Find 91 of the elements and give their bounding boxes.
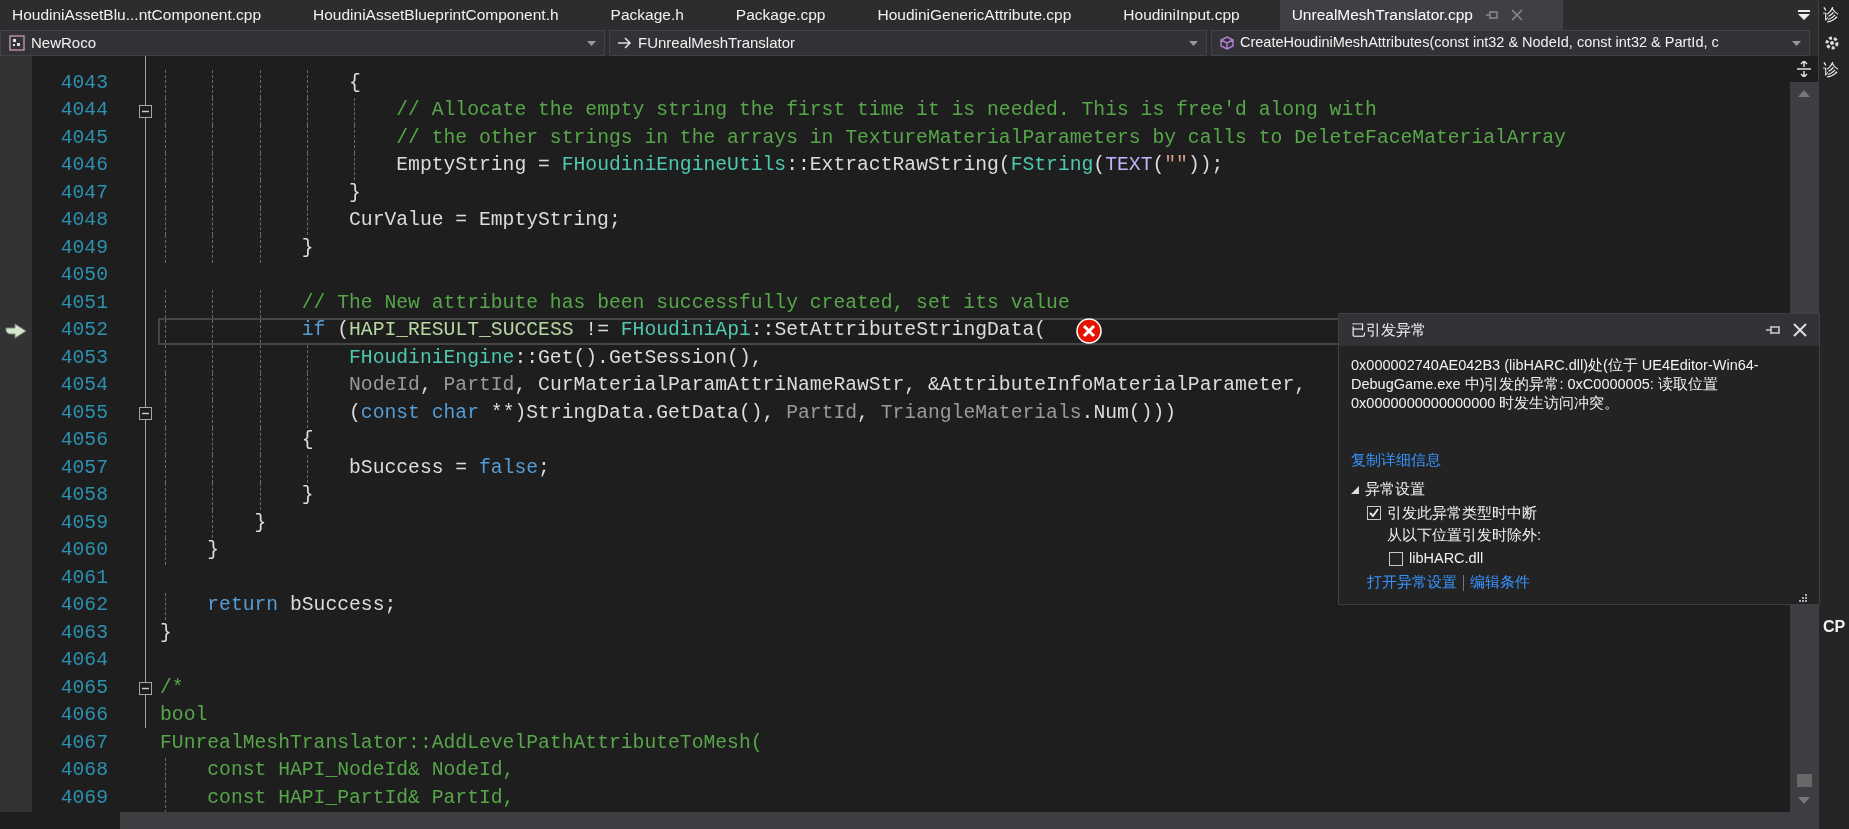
code-line: return bSuccess; (207, 593, 397, 619)
code-line: FHoudiniEngine::Get().GetSession(), (349, 346, 763, 371)
code-line: } (301, 236, 314, 261)
line-number: 4063 (59, 621, 108, 646)
popup-title: 已引发异常 (1351, 319, 1426, 340)
project-dropdown[interactable]: NewRoco (0, 30, 605, 56)
exclusion-checkbox[interactable]: libHARC.dll (1389, 548, 1807, 570)
code-line: } (207, 538, 220, 564)
line-number: 4062 (59, 593, 108, 619)
code-line: { (301, 428, 314, 454)
exception-settings-toggle[interactable]: 异常设置 (1351, 478, 1425, 501)
code-line: } (301, 483, 314, 509)
line-number: 4058 (59, 483, 108, 509)
line-number: 4055 (59, 401, 108, 426)
code-line: } (160, 621, 172, 646)
resize-grip-icon[interactable] (1797, 593, 1807, 604)
copy-details-link[interactable]: 复制详细信息 (1351, 450, 1441, 472)
cube-icon (1220, 36, 1234, 50)
editor-tab[interactable]: HoudiniInput.cpp (1111, 0, 1280, 30)
line-number: 4044 (59, 98, 108, 124)
arrow-icon (618, 37, 632, 49)
line-number: 4047 (59, 181, 108, 206)
settings-link[interactable]: 编辑条件 (1470, 571, 1530, 594)
line-number: 4061 (59, 566, 108, 591)
editor-tab[interactable]: Package.h (598, 0, 724, 30)
line-number: 4053 (59, 346, 108, 371)
code-line: // The New attribute has been successfully created, set its value (301, 291, 1070, 316)
split-icon[interactable] (1797, 61, 1811, 77)
line-number: 4049 (59, 236, 108, 261)
editor-tab[interactable]: HoudiniAssetBlueprintComponent.h (301, 0, 599, 30)
code-line: (const char **)StringData.GetData(), PartId, TriangleMaterials.Num())) (349, 401, 1177, 426)
panel-title: 诊 (1822, 60, 1840, 80)
line-number: 4065 (59, 676, 108, 701)
collapse-icon[interactable] (139, 407, 152, 420)
break-checkbox[interactable]: 引发此异常类型时中断 (1367, 502, 1807, 525)
line-number: 4052 (59, 318, 108, 344)
code-line: NodeId, PartId, CurMaterialParamAttriNameRawStr, &AttributeInfoMaterialParameter, (349, 373, 1306, 399)
line-number: 4046 (59, 153, 108, 179)
checkbox[interactable] (1367, 506, 1381, 521)
line-number: 4059 (59, 511, 108, 536)
checkbox[interactable] (1389, 551, 1403, 566)
code-line: bSuccess = false; (349, 456, 550, 481)
line-number: 4048 (59, 208, 108, 234)
code-line: // the other strings in the arrays in TextureMaterialParameters by calls to DeleteFaceMaterialArray (396, 126, 1566, 151)
code-line: const HAPI_PartId& PartId, (207, 786, 515, 811)
editor-tab[interactable]: Package.cpp (723, 0, 866, 30)
line-number: 4056 (59, 428, 108, 454)
gear-icon[interactable] (1823, 34, 1841, 52)
settings-link[interactable]: 打开异常设置 (1367, 571, 1457, 594)
dropdown-caret-icon[interactable] (1792, 40, 1801, 46)
panel-tab[interactable]: 诊 (1819, 0, 1849, 30)
line-number: 4064 (59, 648, 108, 674)
member-dropdown[interactable]: CreateHoudiniMeshAttributes(const int32 & NodeId, const int32 & PartId, c (1211, 30, 1810, 56)
code-line: // Allocate the empty string the first time it is needed. This is free'd along with (396, 98, 1377, 124)
line-number: 4068 (59, 758, 108, 784)
horizontal-scrollbar[interactable] (120, 812, 1818, 829)
code-line: FUnrealMeshTranslator::AddLevelPathAttributeToMesh( (160, 731, 763, 756)
exception-label: 从以下位置引发时除外: (1387, 526, 1542, 546)
code-line: const HAPI_NodeId& NodeId, (207, 758, 515, 784)
project-icon (9, 35, 25, 51)
code-line: bool (160, 703, 208, 729)
line-number: 4067 (59, 731, 108, 756)
code-line: EmptyString = FHoudiniEngineUtils::ExtractRawString(FString(TEXT("")); (396, 153, 1224, 179)
exception-message: 0x000002740AE042B3 (libHARC.dll)处(位于 UE4Editor-Win64-DebugGame.exe 中)引发的异常: 0xC0000005: 读取位置 0x0000000000000000 时发生访问冲突。 (1351, 356, 1760, 413)
expander-icon (1351, 485, 1359, 494)
editor-tab[interactable]: HoudiniGenericAttribute.cpp (865, 0, 1112, 30)
line-number: 4045 (59, 126, 108, 151)
panel-section: CP (1819, 615, 1849, 639)
code-line: } (254, 511, 267, 536)
line-number: 4043 (59, 71, 108, 96)
line-number: 4050 (59, 263, 108, 289)
line-number: 4060 (59, 538, 108, 564)
line-number: 4054 (59, 373, 108, 399)
code-line: } (349, 181, 361, 206)
code-line: { (349, 71, 361, 96)
collapse-icon[interactable] (139, 682, 152, 695)
code-line: if (HAPI_RESULT_SUCCESS != FHoudiniApi::SetAttributeStringData( (301, 318, 1047, 344)
line-number: 4057 (59, 456, 108, 481)
pin-icon[interactable] (1765, 324, 1781, 336)
code-line: CurValue = EmptyString; (349, 208, 621, 234)
line-number: 4066 (59, 703, 108, 729)
editor-tab[interactable]: HoudiniAssetBlu...ntComponent.cpp (0, 0, 301, 30)
line-number: 4069 (59, 786, 108, 811)
dropdown-caret-icon[interactable] (587, 40, 596, 46)
scope-dropdown[interactable]: FUnrealMeshTranslator (609, 30, 1207, 56)
collapse-icon[interactable] (139, 104, 152, 118)
tab-list-icon[interactable] (1798, 9, 1810, 21)
dropdown-caret-icon[interactable] (1189, 40, 1198, 46)
line-number: 4051 (59, 291, 108, 316)
code-line: /* (160, 676, 184, 701)
scroll-thumb[interactable] (1796, 774, 1812, 787)
